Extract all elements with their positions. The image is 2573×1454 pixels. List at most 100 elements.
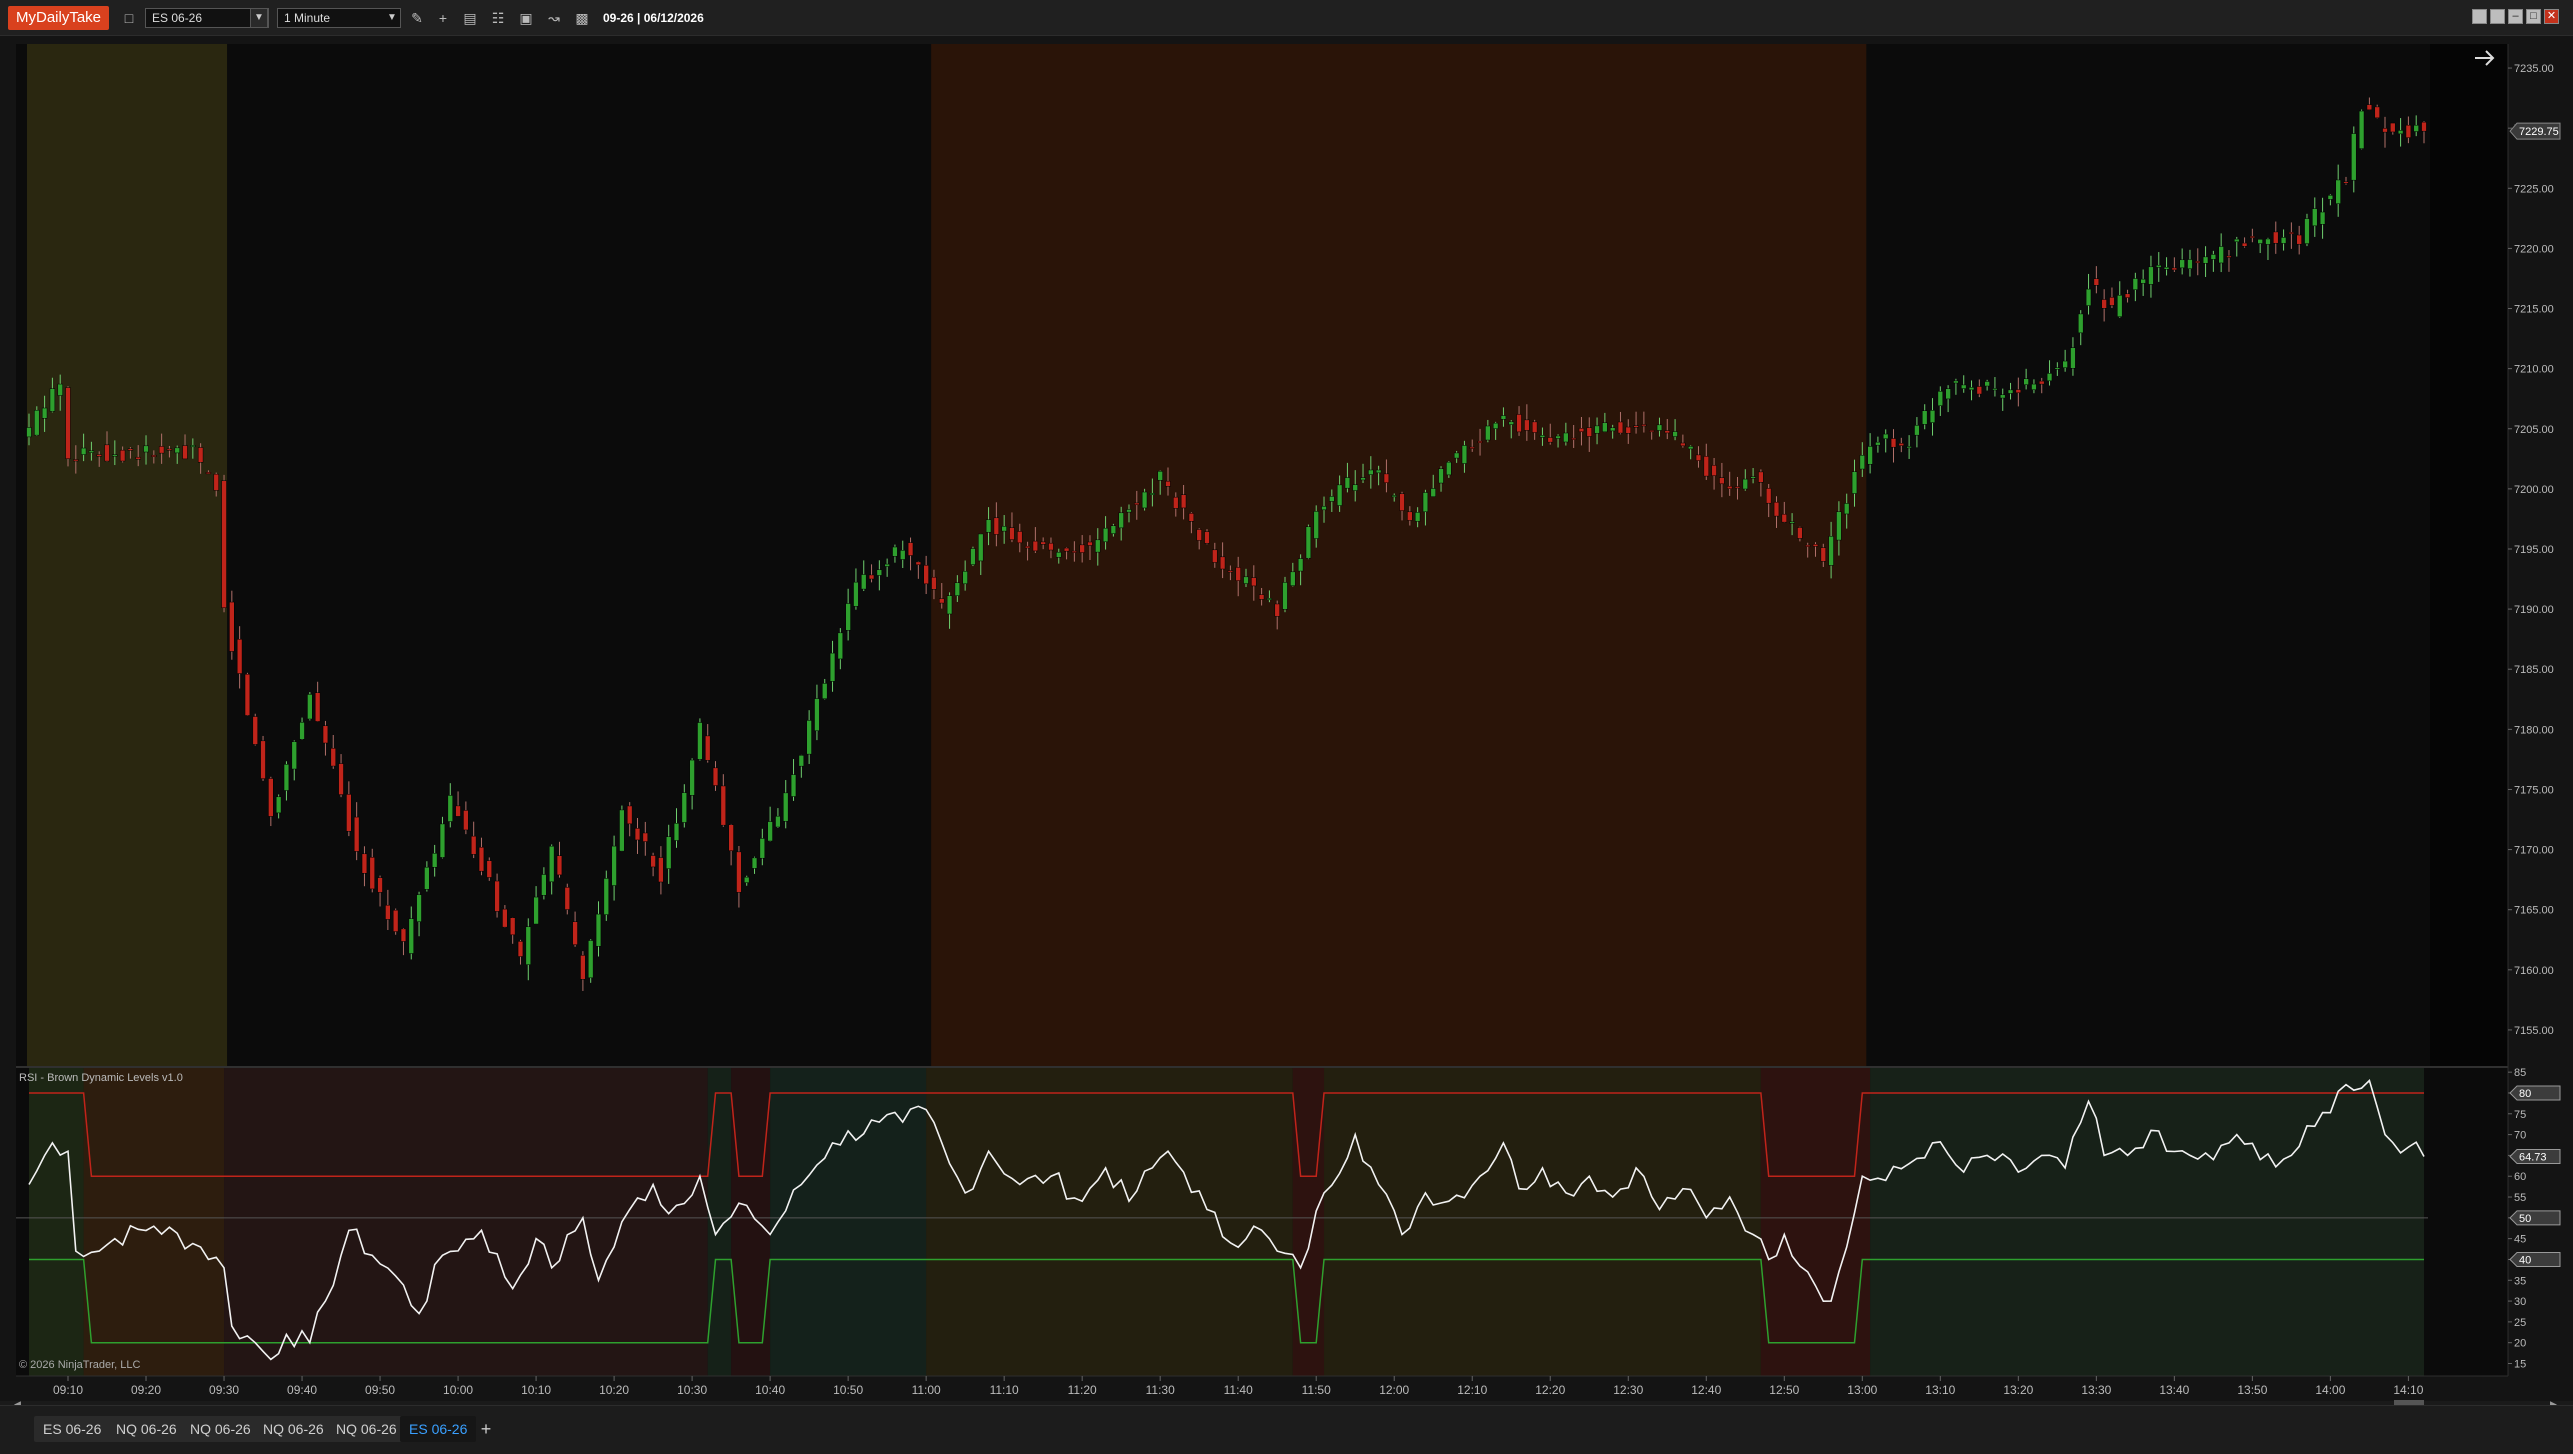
time-axis-label: 10:10 <box>521 1383 551 1397</box>
candle <box>1024 545 1031 549</box>
candle <box>1664 430 1670 434</box>
candle <box>673 823 680 841</box>
candle <box>1656 424 1663 431</box>
candle <box>2000 394 2006 399</box>
candle <box>2062 360 2068 368</box>
candle <box>697 722 703 760</box>
rsi-level-badge <box>2509 1085 2561 1101</box>
candle <box>790 774 797 797</box>
minimize-icon[interactable]: – <box>2508 9 2523 24</box>
candle <box>2312 208 2318 227</box>
chevron-down-icon[interactable]: ▼ <box>250 8 268 28</box>
snapshot-icon[interactable]: ▩ <box>571 8 593 28</box>
candle <box>1922 410 1928 425</box>
strategies-icon[interactable]: ↝ <box>543 8 565 28</box>
bar-type-icon[interactable]: □ <box>118 8 140 28</box>
crosshair-icon[interactable]: + <box>432 8 454 28</box>
close-icon[interactable]: ✕ <box>2544 9 2559 24</box>
time-axis-label: 10:00 <box>443 1383 473 1397</box>
candle <box>1578 428 1585 433</box>
add-tab-icon[interactable]: + <box>474 1416 498 1442</box>
restore-icon[interactable] <box>2472 9 2487 24</box>
candle <box>385 904 391 920</box>
candle <box>1141 491 1148 509</box>
price-axis-label: 7180.00 <box>2514 724 2554 736</box>
tab-es-06-26-active[interactable]: ES 06-26 <box>400 1416 477 1442</box>
candle <box>1375 469 1382 474</box>
time-axis-label: 09:20 <box>131 1383 161 1397</box>
right-margin-shade <box>2430 44 2508 1066</box>
time-axis-label: 11:00 <box>912 1383 941 1397</box>
candle <box>1961 384 1967 389</box>
candle <box>197 447 204 463</box>
candle <box>541 874 547 896</box>
chevron-down-icon[interactable]: ▼ <box>384 8 400 28</box>
candle <box>431 853 438 868</box>
candle <box>73 459 79 462</box>
time-axis-label: 11:40 <box>1224 1383 1253 1397</box>
zoom-icon[interactable]: ▣ <box>515 8 537 28</box>
session-shade-morning <box>27 44 228 1066</box>
candle <box>970 548 976 565</box>
tab-nq-06-26[interactable]: NQ 06-26 <box>107 1416 186 1442</box>
drawing-tool-icon[interactable]: ✎ <box>406 8 428 28</box>
candle <box>330 748 336 767</box>
candle <box>1672 431 1678 437</box>
candle <box>2117 295 2123 317</box>
candle <box>806 720 812 755</box>
candle <box>759 838 765 859</box>
candle <box>1485 425 1491 441</box>
candle <box>1336 484 1343 506</box>
candle <box>939 598 945 604</box>
tab-es-06-26[interactable]: ES 06-26 <box>34 1416 111 1442</box>
candle <box>556 855 563 876</box>
tile-icon[interactable] <box>2490 9 2505 24</box>
candle <box>112 454 118 457</box>
candle <box>978 533 984 562</box>
candle <box>182 445 188 460</box>
candle <box>1453 452 1460 459</box>
candle <box>1828 536 1834 566</box>
time-axis-label: 09:40 <box>287 1383 317 1397</box>
candle <box>2288 232 2295 235</box>
chart-toolbar: MyDailyTake □ ES 06-26 ▼ 1 Minute ▼ ✎ + … <box>0 0 2573 36</box>
candle <box>1290 571 1296 586</box>
candle <box>923 565 929 585</box>
candle <box>1134 502 1140 506</box>
candle <box>1227 570 1234 573</box>
time-axis-label: 10:50 <box>833 1383 863 1397</box>
interval-selector[interactable]: 1 Minute <box>277 8 401 28</box>
candle <box>1812 544 1819 547</box>
candle <box>1976 386 1982 395</box>
candle <box>1859 455 1865 470</box>
workspace-brand[interactable]: MyDailyTake <box>8 6 110 30</box>
candle <box>993 517 1000 535</box>
chart-properties-icon[interactable]: ☷ <box>487 8 509 28</box>
candle <box>892 546 898 557</box>
chart-canvas[interactable]: 7235.007230.007225.007220.007215.007210.… <box>0 36 2573 1401</box>
candle <box>853 581 859 607</box>
candle <box>1188 513 1195 522</box>
candle <box>1547 437 1553 443</box>
tab-nq-06-26[interactable]: NQ 06-26 <box>254 1416 333 1442</box>
candle <box>634 828 641 841</box>
candle <box>275 796 282 814</box>
candle <box>1766 488 1772 504</box>
time-axis-label: 11:50 <box>1302 1383 1331 1397</box>
candle <box>1758 471 1764 483</box>
candle <box>2405 124 2412 138</box>
candle <box>1945 388 1951 400</box>
candle <box>2327 195 2334 200</box>
data-box-icon[interactable]: ▤ <box>459 8 481 28</box>
candle <box>1126 509 1132 513</box>
rsi-axis-label: 15 <box>2514 1359 2526 1371</box>
tab-nq-06-26[interactable]: NQ 06-26 <box>327 1416 406 1442</box>
tab-nq-06-26[interactable]: NQ 06-26 <box>181 1416 260 1442</box>
time-axis-label: 12:50 <box>1769 1383 1799 1397</box>
rsi-regime-shade <box>1760 1068 1871 1376</box>
candle <box>2054 367 2061 370</box>
candle <box>1531 421 1538 433</box>
rsi-level-badge-label: 64.73 <box>2519 1152 2547 1164</box>
candle <box>2374 106 2380 119</box>
maximize-icon[interactable]: □ <box>2526 9 2541 24</box>
